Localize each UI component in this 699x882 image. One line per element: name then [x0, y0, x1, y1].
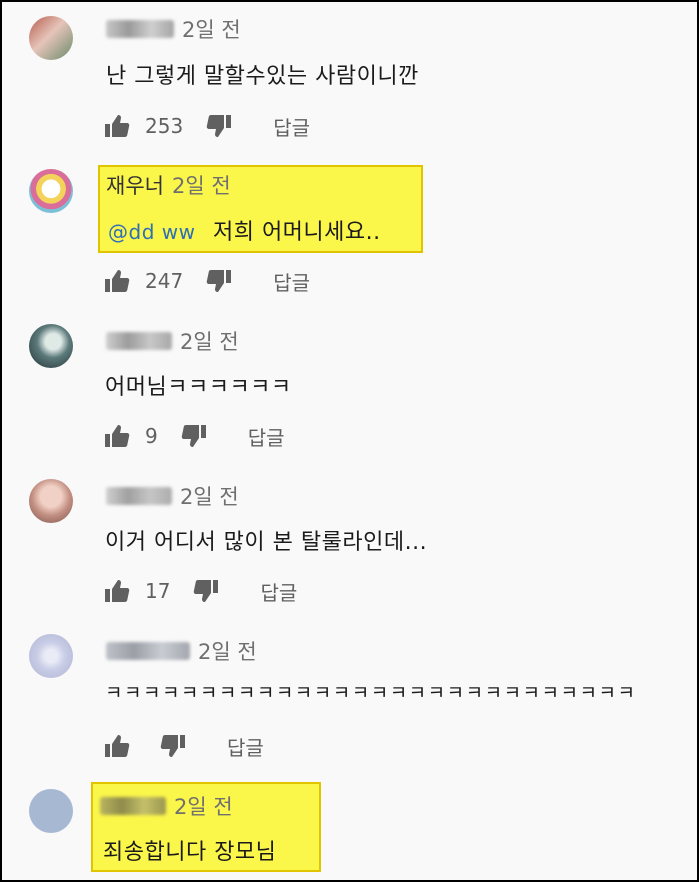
- mention-link[interactable]: @dd ww: [108, 220, 195, 244]
- comment-header: 2일 전: [106, 14, 241, 44]
- comment-header: 2일 전: [106, 481, 239, 511]
- comment-time[interactable]: 2일 전: [198, 636, 257, 666]
- dislike-icon[interactable]: [205, 267, 233, 295]
- comment-text-row: @dd ww 저희 어머니세요..: [108, 214, 381, 246]
- like-icon[interactable]: [103, 267, 131, 295]
- author-name[interactable]: [106, 332, 172, 350]
- avatar[interactable]: [29, 479, 73, 523]
- comment-time[interactable]: 2일 전: [182, 14, 241, 44]
- like-icon[interactable]: [103, 732, 131, 760]
- author-name[interactable]: [106, 487, 172, 505]
- dislike-icon[interactable]: [159, 732, 187, 760]
- like-count: 9: [145, 424, 158, 448]
- reply-button[interactable]: 답글: [273, 112, 310, 141]
- comment-time[interactable]: 2일 전: [174, 791, 233, 821]
- comment-actions: 9 답글: [103, 419, 285, 453]
- comment-text: 이거 어디서 많이 본 탈룰라인데...: [105, 530, 428, 555]
- comment-actions: 답글: [103, 729, 264, 763]
- comment-actions: 253 답글: [103, 109, 310, 143]
- avatar[interactable]: [29, 169, 73, 213]
- reply-button[interactable]: 답글: [227, 732, 264, 761]
- avatar[interactable]: [29, 789, 73, 833]
- reply-button[interactable]: 답글: [273, 267, 310, 296]
- comment-time[interactable]: 2일 전: [180, 481, 239, 511]
- like-count: 17: [145, 579, 171, 603]
- author-name[interactable]: 재우너: [106, 170, 164, 200]
- reply-button[interactable]: 답글: [248, 422, 285, 451]
- comment-text: 어머님ㅋㅋㅋㅋㅋㅋ: [105, 375, 292, 400]
- comment-text: ㅋㅋㅋㅋㅋㅋㅋㅋㅋㅋㅋㅋㅋㅋㅋㅋㅋㅋㅋㅋㅋㅋㅋㅋㅋㅋㅋㅋ: [105, 682, 637, 704]
- dislike-icon[interactable]: [205, 112, 233, 140]
- like-count: 247: [145, 269, 184, 293]
- author-name[interactable]: [106, 20, 174, 38]
- author-name[interactable]: [106, 642, 190, 660]
- author-name[interactable]: [100, 797, 166, 815]
- avatar[interactable]: [29, 16, 73, 60]
- reply-button[interactable]: 답글: [260, 577, 297, 606]
- comment-time[interactable]: 2일 전: [172, 170, 231, 200]
- comment-text: 죄송합니다 장모님: [103, 840, 277, 865]
- comment-header: 재우너 2일 전: [106, 170, 231, 200]
- comment-header: 2일 전: [106, 326, 239, 356]
- avatar[interactable]: [29, 634, 73, 678]
- avatar[interactable]: [29, 324, 73, 368]
- like-icon[interactable]: [103, 112, 131, 140]
- comment-actions: 247 답글: [103, 264, 310, 298]
- dislike-icon[interactable]: [180, 422, 208, 450]
- comment-time[interactable]: 2일 전: [180, 326, 239, 356]
- comment-text: 저희 어머니세요..: [212, 220, 381, 245]
- comment-actions: 17 답글: [103, 574, 297, 608]
- comment-header: 2일 전: [100, 791, 233, 821]
- comment-text: 난 그렇게 말할수있는 사람이니깐: [106, 64, 419, 89]
- like-icon[interactable]: [103, 577, 131, 605]
- like-icon[interactable]: [103, 422, 131, 450]
- like-count: 253: [145, 114, 184, 138]
- comment-header: 2일 전: [106, 636, 257, 666]
- dislike-icon[interactable]: [192, 577, 220, 605]
